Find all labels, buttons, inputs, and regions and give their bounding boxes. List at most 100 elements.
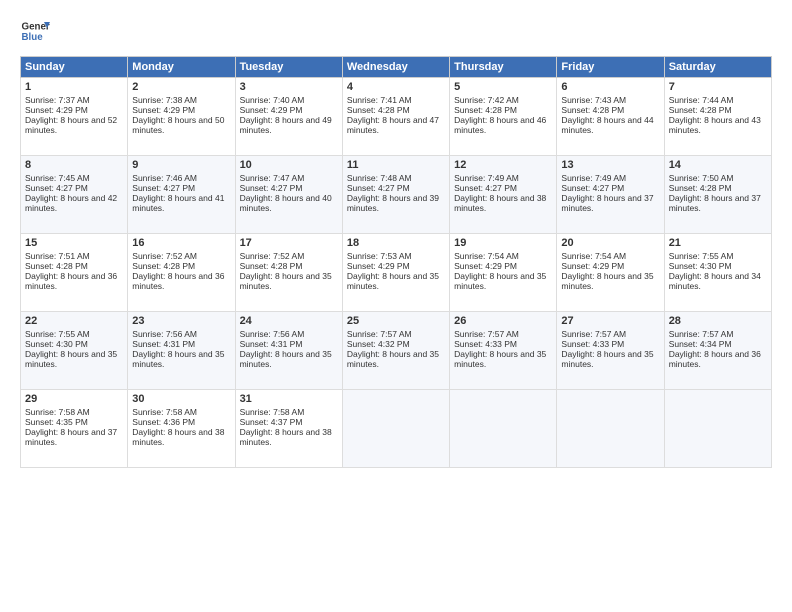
daylight-text: Daylight: 8 hours and 38 minutes. [240, 427, 332, 447]
sunrise-text: Sunrise: 7:49 AM [454, 173, 519, 183]
sunset-text: Sunset: 4:28 PM [561, 105, 624, 115]
sunrise-text: Sunrise: 7:57 AM [347, 329, 412, 339]
calendar-cell: 10Sunrise: 7:47 AMSunset: 4:27 PMDayligh… [235, 156, 342, 234]
day-number: 27 [561, 315, 659, 327]
daylight-text: Daylight: 8 hours and 36 minutes. [132, 271, 224, 291]
daylight-text: Daylight: 8 hours and 35 minutes. [25, 349, 117, 369]
sunrise-text: Sunrise: 7:52 AM [132, 251, 197, 261]
daylight-text: Daylight: 8 hours and 37 minutes. [669, 193, 761, 213]
daylight-text: Daylight: 8 hours and 35 minutes. [240, 271, 332, 291]
calendar-cell: 11Sunrise: 7:48 AMSunset: 4:27 PMDayligh… [342, 156, 449, 234]
sunset-text: Sunset: 4:31 PM [240, 339, 303, 349]
calendar-cell: 8Sunrise: 7:45 AMSunset: 4:27 PMDaylight… [21, 156, 128, 234]
day-number: 23 [132, 315, 230, 327]
calendar-cell [664, 390, 771, 468]
sunrise-text: Sunrise: 7:57 AM [561, 329, 626, 339]
sunrise-text: Sunrise: 7:55 AM [669, 251, 734, 261]
sunset-text: Sunset: 4:29 PM [454, 261, 517, 271]
calendar-week-row: 22Sunrise: 7:55 AMSunset: 4:30 PMDayligh… [21, 312, 772, 390]
daylight-text: Daylight: 8 hours and 35 minutes. [347, 271, 439, 291]
sunrise-text: Sunrise: 7:58 AM [25, 407, 90, 417]
sunrise-text: Sunrise: 7:53 AM [347, 251, 412, 261]
day-number: 11 [347, 159, 445, 171]
sunset-text: Sunset: 4:32 PM [347, 339, 410, 349]
sunset-text: Sunset: 4:30 PM [25, 339, 88, 349]
sunset-text: Sunset: 4:27 PM [240, 183, 303, 193]
day-number: 26 [454, 315, 552, 327]
svg-text:Blue: Blue [22, 32, 44, 43]
sunset-text: Sunset: 4:28 PM [669, 105, 732, 115]
daylight-text: Daylight: 8 hours and 36 minutes. [25, 271, 117, 291]
calendar-week-row: 15Sunrise: 7:51 AMSunset: 4:28 PMDayligh… [21, 234, 772, 312]
calendar-cell: 31Sunrise: 7:58 AMSunset: 4:37 PMDayligh… [235, 390, 342, 468]
day-number: 5 [454, 81, 552, 93]
col-header-thursday: Thursday [450, 57, 557, 78]
daylight-text: Daylight: 8 hours and 39 minutes. [347, 193, 439, 213]
calendar-cell: 26Sunrise: 7:57 AMSunset: 4:33 PMDayligh… [450, 312, 557, 390]
sunrise-text: Sunrise: 7:57 AM [669, 329, 734, 339]
day-number: 29 [25, 393, 123, 405]
sunrise-text: Sunrise: 7:51 AM [25, 251, 90, 261]
daylight-text: Daylight: 8 hours and 43 minutes. [669, 115, 761, 135]
daylight-text: Daylight: 8 hours and 37 minutes. [561, 193, 653, 213]
col-header-tuesday: Tuesday [235, 57, 342, 78]
day-number: 13 [561, 159, 659, 171]
calendar-cell: 17Sunrise: 7:52 AMSunset: 4:28 PMDayligh… [235, 234, 342, 312]
calendar-cell: 15Sunrise: 7:51 AMSunset: 4:28 PMDayligh… [21, 234, 128, 312]
calendar-cell: 1Sunrise: 7:37 AMSunset: 4:29 PMDaylight… [21, 78, 128, 156]
daylight-text: Daylight: 8 hours and 35 minutes. [454, 349, 546, 369]
sunrise-text: Sunrise: 7:54 AM [561, 251, 626, 261]
day-number: 31 [240, 393, 338, 405]
sunset-text: Sunset: 4:29 PM [25, 105, 88, 115]
calendar-cell: 7 Sunrise: 7:44 AMSunset: 4:28 PMDaylight… [664, 78, 771, 156]
day-number: 14 [669, 159, 767, 171]
day-number: 30 [132, 393, 230, 405]
col-header-friday: Friday [557, 57, 664, 78]
calendar-cell: 20Sunrise: 7:54 AMSunset: 4:29 PMDayligh… [557, 234, 664, 312]
sunrise-text: Sunrise: 7:58 AM [132, 407, 197, 417]
daylight-text: Daylight: 8 hours and 41 minutes. [132, 193, 224, 213]
sunset-text: Sunset: 4:30 PM [669, 261, 732, 271]
calendar-cell: 5Sunrise: 7:42 AMSunset: 4:28 PMDaylight… [450, 78, 557, 156]
day-number: 2 [132, 81, 230, 93]
sunrise-text: Sunrise: 7:44 AM [669, 95, 734, 105]
calendar-cell: 6Sunrise: 7:43 AMSunset: 4:28 PMDaylight… [557, 78, 664, 156]
sunset-text: Sunset: 4:27 PM [132, 183, 195, 193]
sunset-text: Sunset: 4:27 PM [454, 183, 517, 193]
calendar-cell: 27Sunrise: 7:57 AMSunset: 4:33 PMDayligh… [557, 312, 664, 390]
daylight-text: Daylight: 8 hours and 37 minutes. [25, 427, 117, 447]
calendar-week-row: 1Sunrise: 7:37 AMSunset: 4:29 PMDaylight… [21, 78, 772, 156]
sunset-text: Sunset: 4:28 PM [132, 261, 195, 271]
sunset-text: Sunset: 4:33 PM [454, 339, 517, 349]
calendar-table: SundayMondayTuesdayWednesdayThursdayFrid… [20, 56, 772, 468]
calendar-cell: 3Sunrise: 7:40 AMSunset: 4:29 PMDaylight… [235, 78, 342, 156]
calendar-header-row: SundayMondayTuesdayWednesdayThursdayFrid… [21, 57, 772, 78]
daylight-text: Daylight: 8 hours and 35 minutes. [240, 349, 332, 369]
sunset-text: Sunset: 4:28 PM [25, 261, 88, 271]
sunrise-text: Sunrise: 7:40 AM [240, 95, 305, 105]
daylight-text: Daylight: 8 hours and 35 minutes. [561, 271, 653, 291]
sunset-text: Sunset: 4:28 PM [347, 105, 410, 115]
sunset-text: Sunset: 4:28 PM [669, 183, 732, 193]
sunset-text: Sunset: 4:29 PM [561, 261, 624, 271]
sunset-text: Sunset: 4:27 PM [25, 183, 88, 193]
day-number: 9 [132, 159, 230, 171]
calendar-cell: 30Sunrise: 7:58 AMSunset: 4:36 PMDayligh… [128, 390, 235, 468]
day-number: 16 [132, 237, 230, 249]
calendar-cell: 13Sunrise: 7:49 AMSunset: 4:27 PMDayligh… [557, 156, 664, 234]
page: General Blue SundayMondayTuesdayWednesda… [0, 0, 792, 612]
day-number: 28 [669, 315, 767, 327]
sunset-text: Sunset: 4:29 PM [132, 105, 195, 115]
daylight-text: Daylight: 8 hours and 34 minutes. [669, 271, 761, 291]
day-number: 10 [240, 159, 338, 171]
sunrise-text: Sunrise: 7:48 AM [347, 173, 412, 183]
sunset-text: Sunset: 4:34 PM [669, 339, 732, 349]
daylight-text: Daylight: 8 hours and 35 minutes. [561, 349, 653, 369]
sunrise-text: Sunrise: 7:46 AM [132, 173, 197, 183]
day-number: 7 [669, 81, 767, 93]
logo: General Blue [20, 16, 53, 46]
sunset-text: Sunset: 4:28 PM [240, 261, 303, 271]
sunset-text: Sunset: 4:29 PM [240, 105, 303, 115]
day-number: 21 [669, 237, 767, 249]
calendar-cell: 4Sunrise: 7:41 AMSunset: 4:28 PMDaylight… [342, 78, 449, 156]
